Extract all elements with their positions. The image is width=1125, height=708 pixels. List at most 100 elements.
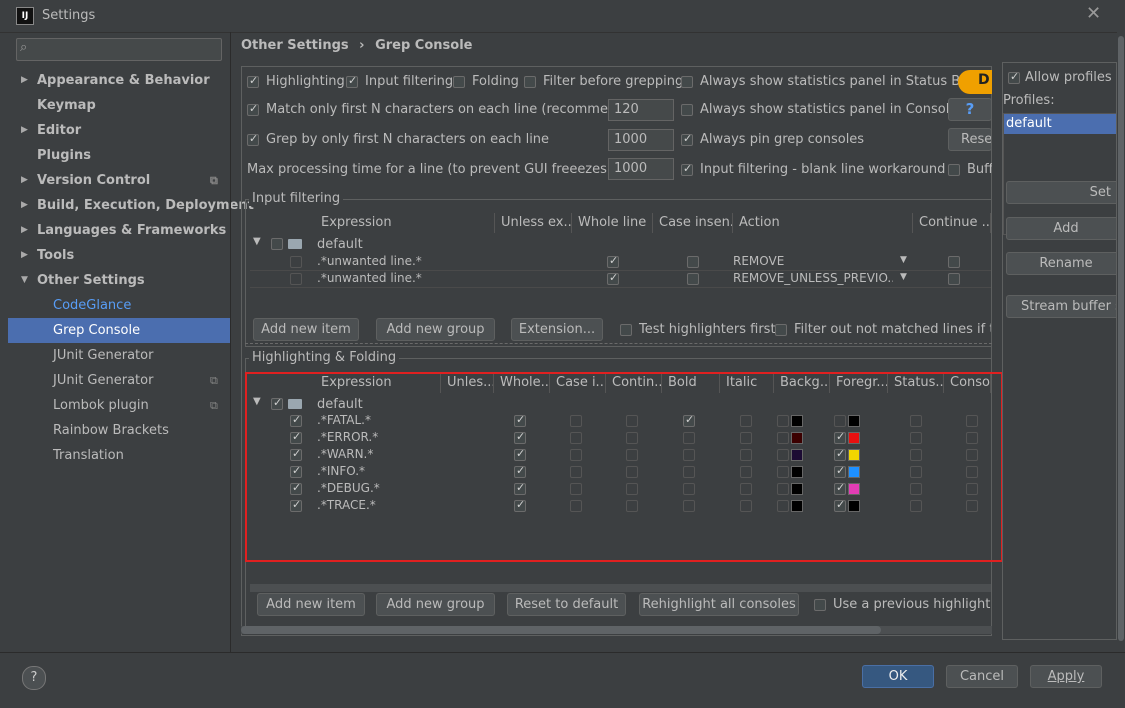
collapsed-arrow-icon[interactable]: ▶ <box>21 118 28 143</box>
project-config-icon: ⧉ <box>210 374 218 387</box>
rename-profile-button[interactable]: Rename <box>1006 252 1116 275</box>
highlighting-checkbox[interactable] <box>247 74 259 88</box>
sidebar-divider <box>230 32 231 652</box>
reset-to-default-button[interactable]: Reset to default <box>507 593 626 616</box>
grep-first-n-checkbox[interactable] <box>247 132 259 146</box>
stats-status-bar-checkbox[interactable] <box>681 76 693 88</box>
rehighlight-all-button[interactable]: Rehighlight all consoles <box>639 593 799 616</box>
input-filtering-checkbox[interactable] <box>346 74 358 88</box>
add-profile-button[interactable]: Add <box>1006 217 1116 240</box>
collapsed-arrow-icon[interactable]: ▶ <box>21 193 28 218</box>
ok-button[interactable]: OK <box>862 665 934 688</box>
reset-button[interactable]: Reset <box>948 128 992 151</box>
collapsed-arrow-icon[interactable]: ▶ <box>21 218 28 243</box>
expand-arrow-icon[interactable]: ▼ <box>253 236 261 247</box>
expression-cell[interactable]: .*unwanted line.* <box>317 271 422 285</box>
extension-button[interactable]: Extension... <box>511 318 603 341</box>
sidebar-item-rainbow-brackets[interactable]: Rainbow Brackets <box>8 418 230 443</box>
sidebar-item-tools[interactable]: ▶ Tools <box>8 243 230 268</box>
stream-buffer-button[interactable]: Stream buffer se <box>1006 295 1116 318</box>
donate-badge[interactable]: D <box>958 70 992 94</box>
max-time-input[interactable]: 1000 <box>608 158 674 180</box>
sidebar-item-label: Other Settings <box>37 273 145 288</box>
collapsed-arrow-icon[interactable]: ▶ <box>21 68 28 93</box>
stats-console-checkbox[interactable] <box>681 104 693 116</box>
close-icon[interactable]: ✕ <box>1086 3 1101 24</box>
match-first-n-checkbox[interactable] <box>247 102 259 116</box>
sidebar-item-editor[interactable]: ▶ Editor <box>8 118 230 143</box>
highlighting-label: Highlighting <box>266 74 345 89</box>
sidebar-item-translation[interactable]: Translation <box>8 443 230 468</box>
set-profile-button[interactable]: Set <box>1006 181 1116 204</box>
test-highlighters-first-checkbox[interactable] <box>620 324 632 336</box>
buffer-checkbox[interactable] <box>948 164 960 176</box>
collapsed-arrow-icon[interactable]: ▶ <box>21 168 28 193</box>
column-header[interactable]: Unless ex... <box>495 213 572 233</box>
apply-button[interactable]: Apply <box>1030 665 1102 688</box>
allow-profiles-checkbox[interactable] <box>1008 70 1020 84</box>
action-select[interactable]: REMOVE <box>733 254 893 268</box>
main-hscroll-thumb[interactable] <box>241 626 881 634</box>
highlighting-hscroll[interactable] <box>250 584 991 592</box>
dropdown-arrow-icon[interactable]: ▼ <box>900 272 907 282</box>
sidebar-item-version-control[interactable]: ▶ Version Control ⧉ <box>8 168 230 193</box>
filter-before-grepping-checkbox[interactable] <box>524 76 536 88</box>
sidebar-item-plugins[interactable]: Plugins <box>8 143 230 168</box>
if-add-new-item-button[interactable]: Add new item <box>253 318 359 341</box>
column-header[interactable]: Continue ... <box>913 213 991 233</box>
sidebar-item-junit-generator[interactable]: JUnit Generator ⧉ <box>8 368 230 393</box>
if-add-new-group-button[interactable]: Add new group <box>376 318 495 341</box>
sidebar-item-grep-console[interactable]: Grep Console <box>8 318 230 343</box>
folding-checkbox[interactable] <box>453 76 465 88</box>
case-insensitive-checkbox[interactable] <box>687 273 699 285</box>
sidebar-item-label: Editor <box>37 123 82 138</box>
filter-before-grepping-label: Filter before grepping <box>543 74 684 89</box>
sidebar-item-appearance-behavior[interactable]: ▶ Appearance & Behavior <box>8 68 230 93</box>
always-pin-checkbox[interactable] <box>681 132 693 146</box>
sidebar-item-lombok-plugin[interactable]: Lombok plugin ⧉ <box>8 393 230 418</box>
sidebar-item-other-settings[interactable]: ▼ Other Settings <box>8 268 230 293</box>
column-header[interactable]: Whole line <box>572 213 653 233</box>
group-enable-checkbox[interactable] <box>271 238 283 250</box>
right-vscroll-thumb[interactable] <box>1118 36 1124 641</box>
help-button[interactable]: ? <box>948 98 992 121</box>
hl-add-new-group-button[interactable]: Add new group <box>376 593 495 616</box>
expanded-arrow-icon[interactable]: ▼ <box>21 268 28 293</box>
input-filtering-title: Input filtering <box>249 191 344 206</box>
sidebar-item-junit-generator[interactable]: JUnit Generator <box>8 343 230 368</box>
breadcrumb-current: Grep Console <box>375 38 473 53</box>
filter-out-checkbox[interactable] <box>775 324 787 336</box>
use-previous-checkbox[interactable] <box>814 599 826 611</box>
expression-cell[interactable]: .*unwanted line.* <box>317 254 422 268</box>
action-select[interactable]: REMOVE_UNLESS_PREVIO... <box>733 271 893 285</box>
dropdown-arrow-icon[interactable]: ▼ <box>900 255 907 265</box>
case-insensitive-checkbox[interactable] <box>687 256 699 268</box>
hl-add-new-item-button[interactable]: Add new item <box>257 593 365 616</box>
blank-line-workaround-checkbox[interactable] <box>681 162 693 176</box>
match-first-n-input[interactable]: 120 <box>608 99 674 121</box>
column-header[interactable]: Expression <box>315 213 495 233</box>
collapsed-arrow-icon[interactable]: ▶ <box>21 243 28 268</box>
breadcrumb-parent[interactable]: Other Settings <box>241 38 349 53</box>
sidebar-item-label: JUnit Generator <box>53 373 154 388</box>
breadcrumb: Other Settings › Grep Console <box>241 38 472 53</box>
settings-search-input[interactable] <box>16 38 222 61</box>
continue-checkbox[interactable] <box>948 256 960 268</box>
whole-line-checkbox[interactable] <box>607 271 619 285</box>
row-enable-checkbox[interactable] <box>290 256 302 268</box>
grep-first-n-input[interactable]: 1000 <box>608 129 674 151</box>
continue-checkbox[interactable] <box>948 273 960 285</box>
splitter[interactable] <box>245 343 992 349</box>
column-header[interactable]: Case insen... <box>653 213 733 233</box>
sidebar-item-build-execution-deployment[interactable]: ▶ Build, Execution, Deployment <box>8 193 254 218</box>
profile-item-default[interactable]: default <box>1004 114 1116 134</box>
sidebar-item-codeglance[interactable]: CodeGlance <box>8 293 230 318</box>
help-icon[interactable]: ? <box>22 666 46 690</box>
sidebar-item-keymap[interactable]: Keymap <box>8 93 230 118</box>
row-enable-checkbox[interactable] <box>290 273 302 285</box>
folder-icon <box>288 239 302 249</box>
cancel-button[interactable]: Cancel <box>946 665 1018 688</box>
sidebar-item-languages-frameworks[interactable]: ▶ Languages & Frameworks <box>8 218 230 243</box>
column-header[interactable]: Action <box>733 213 913 233</box>
whole-line-checkbox[interactable] <box>607 254 619 268</box>
